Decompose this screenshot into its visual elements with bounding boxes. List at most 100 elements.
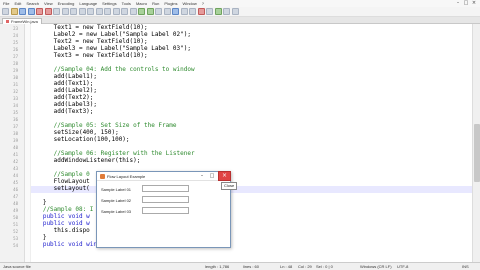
scrollbar-thumb[interactable] <box>474 124 480 182</box>
vertical-scrollbar[interactable] <box>472 24 480 262</box>
code-line: setSize(400, 150); <box>32 129 119 136</box>
zoom-out-icon[interactable] <box>129 8 137 15</box>
status-encoding: UTF-8 <box>397 264 409 269</box>
save-all-icon[interactable] <box>27 8 35 15</box>
print-icon[interactable] <box>53 8 60 15</box>
tab-strip: FrameWin.java <box>0 17 480 24</box>
menu-item[interactable]: Language <box>79 0 97 7</box>
line-number: 33 <box>13 95 18 101</box>
code-line: Text3 = new TextField(10); <box>32 52 148 59</box>
line-number: 42 <box>13 158 18 164</box>
cut-icon[interactable] <box>61 8 69 15</box>
play-macro-icon[interactable] <box>214 8 222 15</box>
code-line: } <box>32 234 47 241</box>
line-number: 31 <box>13 81 18 87</box>
status-ln: Ln : 48 <box>280 264 293 269</box>
minimize-button[interactable]: – <box>454 0 462 7</box>
frame-title: Flow Layout Example <box>107 173 146 179</box>
line-number: 48 <box>13 200 18 206</box>
zoom-in-icon[interactable] <box>121 8 128 15</box>
line-number: 53 <box>13 235 18 241</box>
code-line: public void w <box>32 220 90 227</box>
save-macro-icon[interactable] <box>231 8 239 15</box>
line-number: 50 <box>13 214 18 220</box>
maximize-button[interactable]: □ <box>462 0 470 7</box>
sync-scroll-icon[interactable] <box>138 8 145 15</box>
flow-layout-frame[interactable]: Flow Layout Example – □ Sample Label 01 … <box>96 171 231 248</box>
status-insert-mode: INS <box>462 264 469 269</box>
code-line: Text1 = new TextField(10); <box>32 24 148 31</box>
line-number-gutter: 23 24 25 26 27 28 29 30 31 32 33 34 35 36 37 38 39 40 41 42… <box>0 24 25 262</box>
fold-margin[interactable] <box>25 24 31 262</box>
replace-icon[interactable] <box>112 8 120 15</box>
line-number: 37 <box>13 123 18 129</box>
function-list-icon[interactable] <box>189 8 196 15</box>
menu-item[interactable]: Window <box>183 0 197 7</box>
menu-item[interactable]: View <box>44 0 53 7</box>
save-icon[interactable] <box>19 8 26 15</box>
paste-icon[interactable] <box>78 8 86 15</box>
menu-item[interactable]: ? <box>202 0 204 7</box>
menu-item[interactable]: Run <box>152 0 159 7</box>
stop-macro-icon[interactable] <box>206 8 213 15</box>
close-all-icon[interactable] <box>44 8 52 15</box>
new-file-icon[interactable] <box>2 8 9 15</box>
code-line: setLocation(100,100); <box>32 136 130 143</box>
menu-item[interactable]: Plugins <box>164 0 177 7</box>
line-number: 25 <box>13 39 18 45</box>
copy-icon[interactable] <box>70 8 77 15</box>
text-field-2[interactable] <box>142 196 189 203</box>
code-line: add(Text1); <box>32 80 94 87</box>
code-line: this.dispo <box>32 227 90 234</box>
frame-minimize-button[interactable]: – <box>197 172 207 181</box>
code-editor[interactable]: 23 24 25 26 27 28 29 30 31 32 33 34 35 36 37 38 39 40 41 42… <box>0 24 472 262</box>
line-number: 32 <box>13 88 18 94</box>
undo-icon[interactable] <box>87 8 94 15</box>
sample-label-3: Sample Label 03 <box>101 209 132 214</box>
code-line: Text2 = new TextField(10); <box>32 38 148 45</box>
window-controls: – □ × <box>454 0 478 7</box>
code-line: //Sample 0 <box>32 171 90 178</box>
line-number: 54 <box>13 242 18 248</box>
menu-item[interactable]: Tools <box>122 0 131 7</box>
code-line: //Sample 08: I <box>32 206 94 213</box>
sample-label-1: Sample Label 01 <box>101 187 132 192</box>
find-icon[interactable] <box>104 8 111 15</box>
menu-item[interactable]: Macro <box>136 0 147 7</box>
line-number: 38 <box>13 130 18 136</box>
close-file-icon[interactable] <box>36 8 43 15</box>
open-file-icon[interactable] <box>10 8 18 15</box>
frame-maximize-button[interactable]: □ <box>207 172 217 181</box>
menu-item[interactable]: Search <box>26 0 39 7</box>
status-length: length : 1,786 <box>205 264 230 269</box>
menu-item[interactable]: Encoding <box>58 0 75 7</box>
frame-content: Sample Label 01 Sample Label 02 Sample L… <box>97 181 230 247</box>
code-line: Label3 = new Label("Sample Label 03"); <box>32 45 191 52</box>
code-line: setLayout( <box>32 185 90 192</box>
close-button[interactable]: × <box>470 0 478 7</box>
lang-icon[interactable] <box>172 8 179 15</box>
doc-map-icon[interactable] <box>180 8 188 15</box>
record-macro-icon[interactable] <box>197 8 205 15</box>
menu-item[interactable]: Edit <box>14 0 21 7</box>
code-line: public void w <box>32 213 90 220</box>
text-field-1[interactable] <box>142 185 189 192</box>
word-wrap-icon[interactable] <box>146 8 154 15</box>
redo-icon[interactable] <box>95 8 103 15</box>
line-number: 39 <box>13 137 18 143</box>
frame-title-bar[interactable]: Flow Layout Example – □ <box>97 172 230 181</box>
line-number: 24 <box>13 32 18 38</box>
text-field-3[interactable] <box>142 207 189 214</box>
show-all-chars-icon[interactable] <box>155 8 162 15</box>
menu-item[interactable]: File <box>3 0 9 7</box>
indent-guide-icon[interactable] <box>163 8 171 15</box>
frame-close-button[interactable]: × <box>218 171 231 181</box>
line-number: 36 <box>13 116 18 122</box>
status-col: Col : 29 <box>298 264 312 269</box>
line-number: 46 <box>13 186 18 192</box>
toolbar <box>0 7 480 17</box>
run-macro-icon[interactable] <box>223 8 230 15</box>
code-line: add(Label1); <box>32 73 98 80</box>
menu-item[interactable]: Settings <box>102 0 116 7</box>
status-eol: Windows (CR LF) <box>360 264 392 269</box>
